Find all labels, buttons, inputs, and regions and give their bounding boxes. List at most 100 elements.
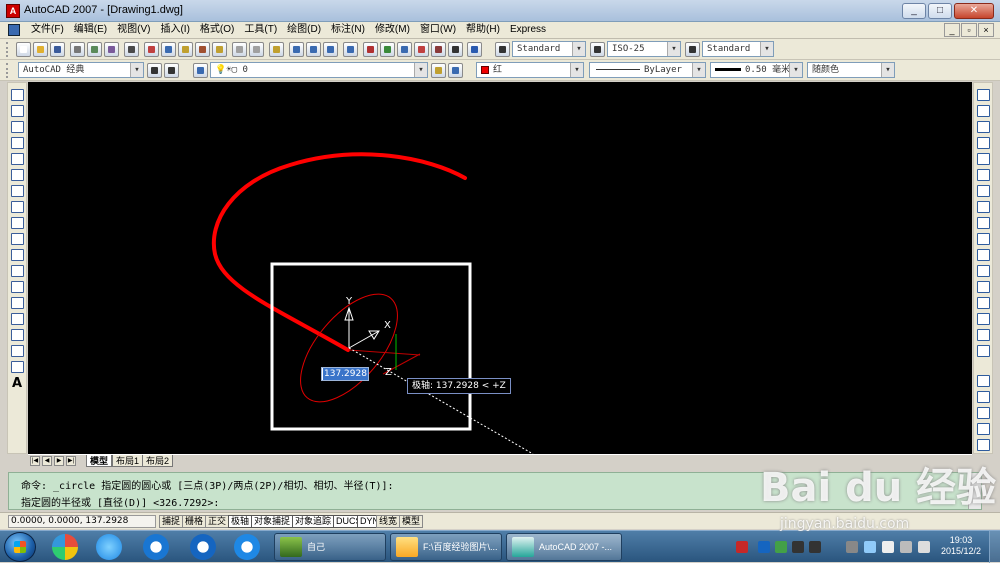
grid-toggle[interactable]: 栅格 [182,515,207,528]
close-button[interactable]: ✕ [954,3,994,19]
arc-icon[interactable] [11,169,24,181]
doc-restore-button[interactable]: ▫ [961,23,977,37]
document-icon[interactable] [8,24,20,36]
rotate-icon[interactable] [977,185,990,197]
menu-file[interactable]: 文件(F) [26,22,69,38]
tray-pdf-icon[interactable] [736,541,748,553]
lineweight-select[interactable]: 0.50 毫米 [710,62,803,78]
match-properties-icon[interactable] [195,42,210,57]
draw-order-icon[interactable] [977,375,990,387]
plot-icon[interactable] [70,42,85,57]
coordinate-display[interactable]: 0.0000, 0.0000, 137.2928 [8,515,156,528]
publish-icon[interactable] [104,42,119,57]
task-explorer[interactable]: F:\百度经验图片\... [390,533,502,561]
show-desktop-button[interactable] [989,531,1000,563]
start-button[interactable] [4,532,36,562]
tray-qq-icon[interactable] [792,541,804,553]
hatch-icon[interactable] [11,313,24,325]
table-style-icon[interactable] [685,42,700,57]
command-prompt-line[interactable]: 指定圆的半径或 [直径(D)] <326.7292>: [21,494,219,509]
tray-qq2-icon[interactable] [809,541,821,553]
draw-order-below-icon[interactable] [977,439,990,451]
copy-icon[interactable] [161,42,176,57]
properties-icon[interactable] [363,42,378,57]
layer-select[interactable]: 💡☀▢ 0 [210,62,428,78]
redo-icon[interactable] [249,42,264,57]
draw-order-above-icon[interactable] [977,423,990,435]
snap-toggle[interactable]: 捕捉 [159,515,184,528]
zoom-extents-icon[interactable] [343,42,358,57]
array-icon[interactable] [977,153,990,165]
plot-preview-icon[interactable] [87,42,102,57]
spline-icon[interactable] [11,217,24,229]
tray-shield-icon[interactable] [758,541,770,553]
zoom-window-icon[interactable] [306,42,321,57]
save-icon[interactable] [50,42,65,57]
line-icon[interactable] [11,89,24,101]
workspace-settings-icon[interactable] [147,63,162,78]
menu-dimension[interactable]: 标注(N) [326,22,370,38]
menu-modify[interactable]: 修改(M) [370,22,415,38]
model-toggle[interactable]: 模型 [399,515,424,528]
drawing-canvas[interactable]: Y X Z 137.2928 极轴: 137.2928 < +Z [28,82,972,454]
workspace-select[interactable]: AutoCAD 经典 [18,62,144,78]
tab-layout2[interactable]: 布局2 [142,455,174,467]
bring-front-icon[interactable] [977,391,990,403]
color-select[interactable]: 红 [476,62,584,78]
otrack-toggle[interactable]: 对象追踪 [292,515,335,528]
paste-icon[interactable] [178,42,193,57]
make-block-icon[interactable] [11,281,24,293]
menu-express[interactable]: Express [505,22,551,38]
linetype-select[interactable]: ByLayer [589,62,706,78]
tray-update-icon[interactable] [775,541,787,553]
tray-keyboard-icon[interactable] [846,541,858,553]
lineweight-toggle[interactable]: 线宽 [376,515,401,528]
browser-icon[interactable] [96,534,122,560]
video-player-icon[interactable] [234,534,260,560]
first-tab-button[interactable]: |◀ [30,456,40,466]
tray-flag-icon[interactable] [882,541,894,553]
tab-layout1[interactable]: 布局1 [112,455,144,467]
design-center-icon[interactable] [380,42,395,57]
layer-previous-icon[interactable] [448,63,463,78]
prev-tab-button[interactable]: ◀ [42,456,52,466]
menu-window[interactable]: 窗口(W) [415,22,461,38]
taskbar-clock[interactable]: 19:03 2015/12/2 [936,535,986,557]
toolbar-handle[interactable] [6,63,9,78]
ellipse-arc-icon[interactable] [11,249,24,261]
undo-icon[interactable] [232,42,247,57]
publish-web-icon[interactable] [124,42,139,57]
make-object-layer-current-icon[interactable] [431,63,446,78]
ellipse-icon[interactable] [11,233,24,245]
menu-view[interactable]: 视图(V) [112,22,155,38]
send-back-icon[interactable] [977,407,990,419]
break-point-icon[interactable] [977,265,990,277]
polar-toggle[interactable]: 极轴 [228,515,253,528]
menu-format[interactable]: 格式(O) [195,22,239,38]
ortho-toggle[interactable]: 正交 [205,515,230,528]
chamfer-icon[interactable] [977,313,990,325]
next-tab-button[interactable]: ▶ [54,456,64,466]
dim-style-select[interactable]: ISO-25 [607,41,681,57]
browser-360-icon[interactable] [52,534,78,560]
k-app-icon[interactable] [143,534,169,560]
doc-minimize-button[interactable]: _ [944,23,960,37]
command-window[interactable]: 命令: _circle 指定圆的圆心或 [三点(3P)/两点(2P)/相切、相切… [8,472,982,510]
extend-icon[interactable] [977,249,990,261]
table-icon[interactable] [11,361,24,373]
move-icon[interactable] [977,169,990,181]
gradient-icon[interactable] [11,329,24,341]
rectangle-icon[interactable] [11,153,24,165]
zoom-previous-icon[interactable] [323,42,338,57]
table-style-select[interactable]: Standard [702,41,774,57]
sheet-set-icon[interactable] [414,42,429,57]
revision-cloud-icon[interactable] [11,201,24,213]
copy-icon[interactable] [977,105,990,117]
workspace-save-icon[interactable] [164,63,179,78]
point-icon[interactable] [11,297,24,309]
insert-block-icon[interactable] [11,265,24,277]
menu-help[interactable]: 帮助(H) [461,22,505,38]
fillet-icon[interactable] [977,329,990,341]
plotstyle-select[interactable]: 随颜色 [807,62,895,78]
polygon-icon[interactable] [11,137,24,149]
